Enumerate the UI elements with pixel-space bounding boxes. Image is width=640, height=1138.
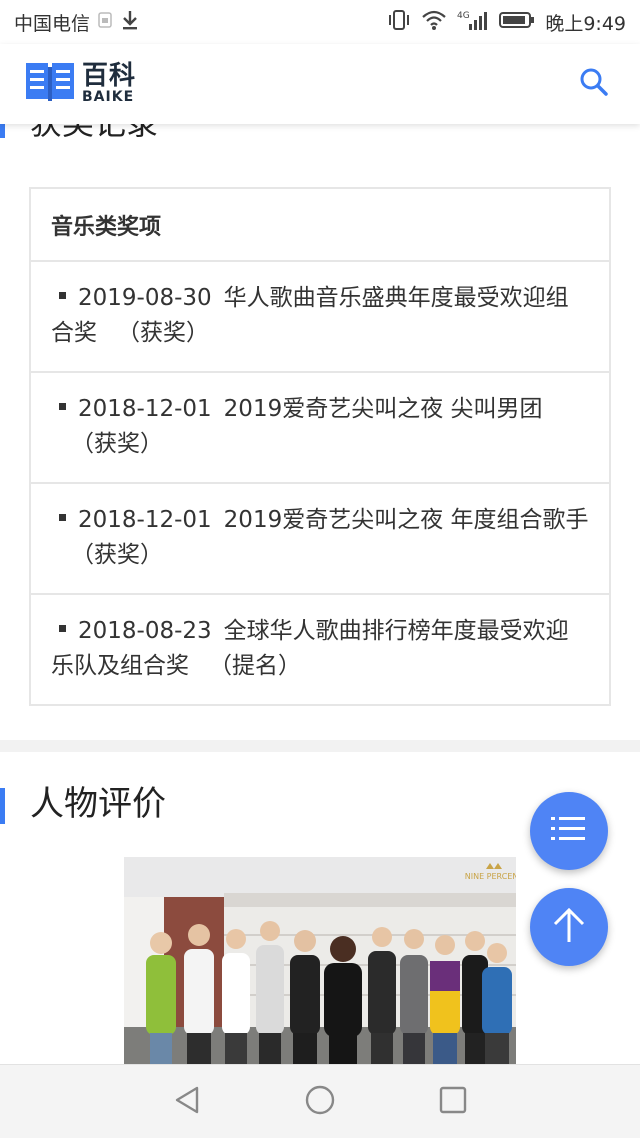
award-status: （获奖）	[71, 431, 163, 457]
book-icon	[26, 61, 76, 107]
back-button[interactable]	[165, 1080, 209, 1124]
vibrate-icon	[387, 9, 411, 36]
back-triangle-icon	[173, 1085, 201, 1119]
wifi-icon	[421, 9, 447, 36]
group-photo[interactable]: NINE PERCENT	[124, 857, 516, 1067]
award-date: 2018-08-23	[78, 618, 212, 644]
awards-category-header: 音乐类奖项	[31, 189, 609, 262]
evaluation-section-title: 人物评价	[30, 784, 166, 824]
recent-apps-button[interactable]	[431, 1080, 475, 1124]
battery-icon	[499, 10, 535, 35]
network-type: 4G	[457, 11, 470, 21]
logo-title: 百科	[82, 61, 137, 91]
search-button[interactable]	[574, 64, 614, 104]
section-divider	[0, 740, 640, 752]
download-icon	[120, 9, 140, 36]
bullet-icon	[59, 514, 66, 521]
award-item: 2019-08-30 华人歌曲音乐盛典年度最受欢迎组合奖 （获奖）	[31, 262, 609, 373]
bullet-icon	[59, 625, 66, 632]
system-nav-bar	[0, 1064, 640, 1138]
search-icon	[579, 67, 609, 101]
award-date: 2018-12-01	[78, 507, 212, 533]
clock: 晚上9:49	[545, 12, 626, 35]
list-icon	[551, 815, 587, 847]
baike-logo[interactable]: 百科 BAIKE	[26, 61, 136, 107]
app-header: 百科 BAIKE	[0, 44, 640, 124]
heading-accent-bar	[0, 788, 5, 824]
award-name: 2019爱奇艺尖叫之夜 尖叫男团	[223, 396, 543, 422]
award-item: 2018-08-23 全球华人歌曲排行榜年度最受欢迎乐队及组合奖 （提名）	[31, 595, 609, 704]
sim-icon	[98, 11, 112, 33]
status-bar: 中国电信 4G 晚上9:49	[0, 0, 640, 44]
home-circle-icon	[304, 1084, 336, 1120]
carrier-label: 中国电信	[14, 12, 91, 35]
award-status: （提名）	[209, 653, 301, 679]
back-to-top-button[interactable]	[530, 888, 608, 966]
award-status: （获奖）	[71, 542, 163, 568]
award-name: 2019爱奇艺尖叫之夜 年度组合歌手	[223, 507, 589, 533]
arrow-up-icon	[551, 906, 587, 948]
catalog-menu-button[interactable]	[530, 792, 608, 870]
page: 中国电信 4G 晚上9:49 百科 BAIKE 音乐类奖项 2019-08-30…	[0, 0, 640, 1138]
group-photo-illustration: NINE PERCENT	[124, 857, 516, 1067]
award-date: 2018-12-01	[78, 396, 212, 422]
award-item: 2018-12-01 2019爱奇艺尖叫之夜 年度组合歌手 （获奖）	[31, 484, 609, 595]
recent-square-icon	[439, 1086, 467, 1118]
award-status: （获奖）	[117, 320, 209, 346]
logo-subtitle: BAIKE	[82, 89, 135, 105]
award-date: 2019-08-30	[78, 285, 212, 311]
home-button[interactable]	[298, 1080, 342, 1124]
bullet-icon	[59, 403, 66, 410]
bullet-icon	[59, 292, 66, 299]
signal-icon: 4G	[457, 9, 489, 36]
award-item: 2018-12-01 2019爱奇艺尖叫之夜 尖叫男团 （获奖）	[31, 373, 609, 484]
photo-logo-text: NINE PERCENT	[465, 872, 516, 881]
awards-table: 音乐类奖项 2019-08-30 华人歌曲音乐盛典年度最受欢迎组合奖 （获奖） 20…	[29, 187, 611, 706]
